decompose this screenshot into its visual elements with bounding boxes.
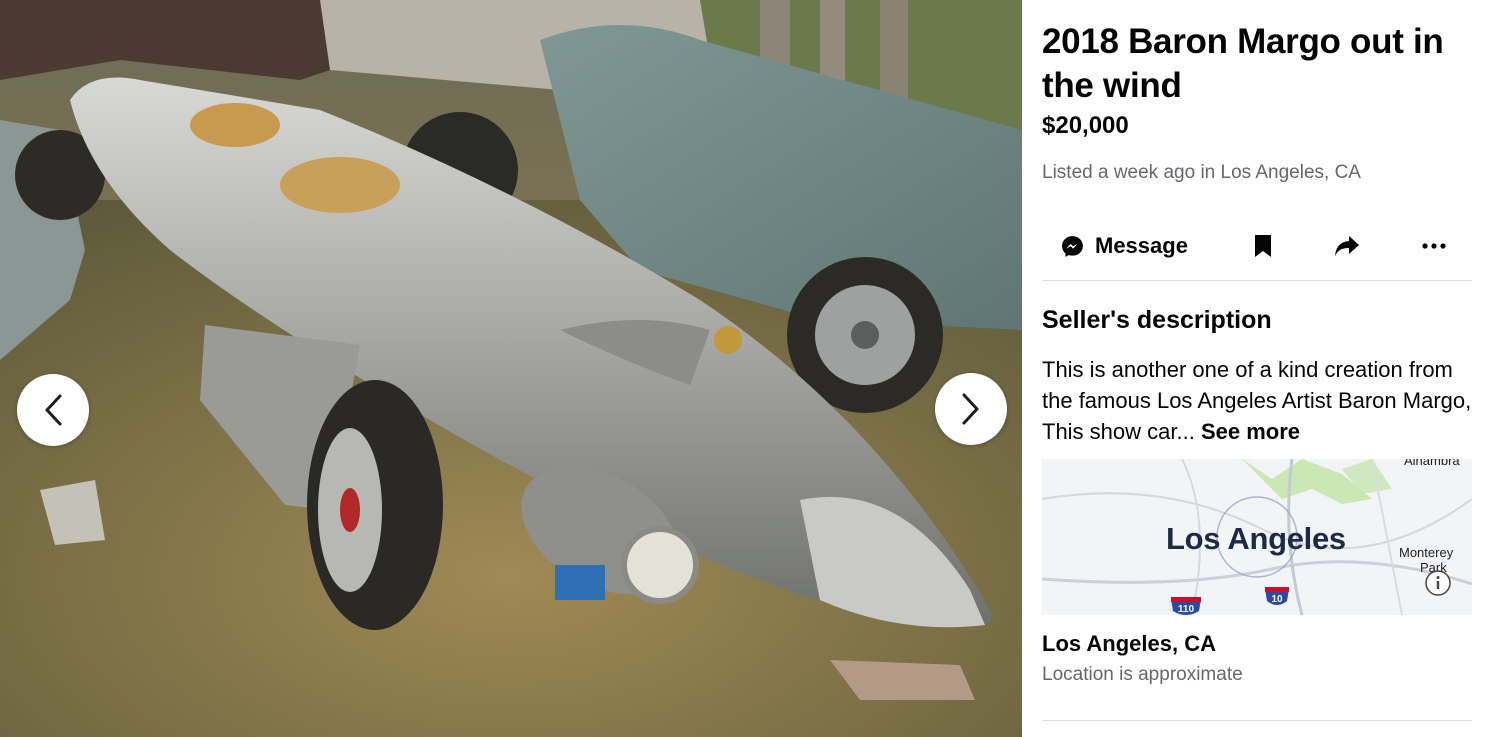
- highway-shield-icon: 10: [1265, 587, 1289, 605]
- messenger-icon: [1062, 235, 1083, 257]
- chevron-left-icon: [45, 394, 62, 426]
- divider: [1042, 720, 1472, 721]
- action-bar: Message: [1042, 218, 1472, 274]
- more-options-button[interactable]: [1422, 218, 1446, 274]
- message-button[interactable]: Message: [1060, 218, 1188, 274]
- chevron-right-icon: [962, 393, 979, 425]
- location-map[interactable]: Alhambra Los Angeles Monterey Park 110 1…: [1042, 459, 1472, 615]
- seller-description-heading: Seller's description: [1042, 306, 1272, 334]
- listing-meta: Listed a week ago in Los Angeles, CA: [1042, 162, 1361, 183]
- highway-label: 110: [1178, 604, 1195, 615]
- share-button[interactable]: [1334, 218, 1360, 274]
- photo-viewer: [0, 0, 1022, 737]
- map-city-label: Los Angeles: [1166, 521, 1346, 556]
- bookmark-icon: [1255, 235, 1271, 257]
- listing-price: $20,000: [1042, 112, 1129, 139]
- location-name: Los Angeles, CA: [1042, 631, 1216, 656]
- highway-shield-icon: 110: [1171, 597, 1201, 615]
- next-photo-button[interactable]: [935, 373, 1007, 445]
- message-button-label: Message: [1095, 233, 1188, 258]
- listing-details-panel: 2018 Baron Margo out in the wind $20,000…: [1022, 0, 1493, 737]
- listing-photo: [0, 0, 1022, 737]
- divider: [1042, 280, 1472, 281]
- map-place-label: Monterey: [1399, 545, 1454, 560]
- previous-photo-button[interactable]: [17, 374, 89, 446]
- more-icon: [1422, 243, 1446, 249]
- listing-title: 2018 Baron Margo out in the wind: [1042, 22, 1444, 105]
- info-icon[interactable]: [1424, 569, 1452, 597]
- map-place-label: Alhambra: [1404, 459, 1460, 468]
- see-more-link[interactable]: See more: [1201, 419, 1300, 444]
- location-note: Location is approximate: [1042, 664, 1243, 685]
- highway-label: 10: [1271, 594, 1283, 605]
- share-icon: [1335, 236, 1359, 256]
- save-button[interactable]: [1254, 218, 1272, 274]
- seller-description: This is another one of a kind creation f…: [1042, 354, 1482, 447]
